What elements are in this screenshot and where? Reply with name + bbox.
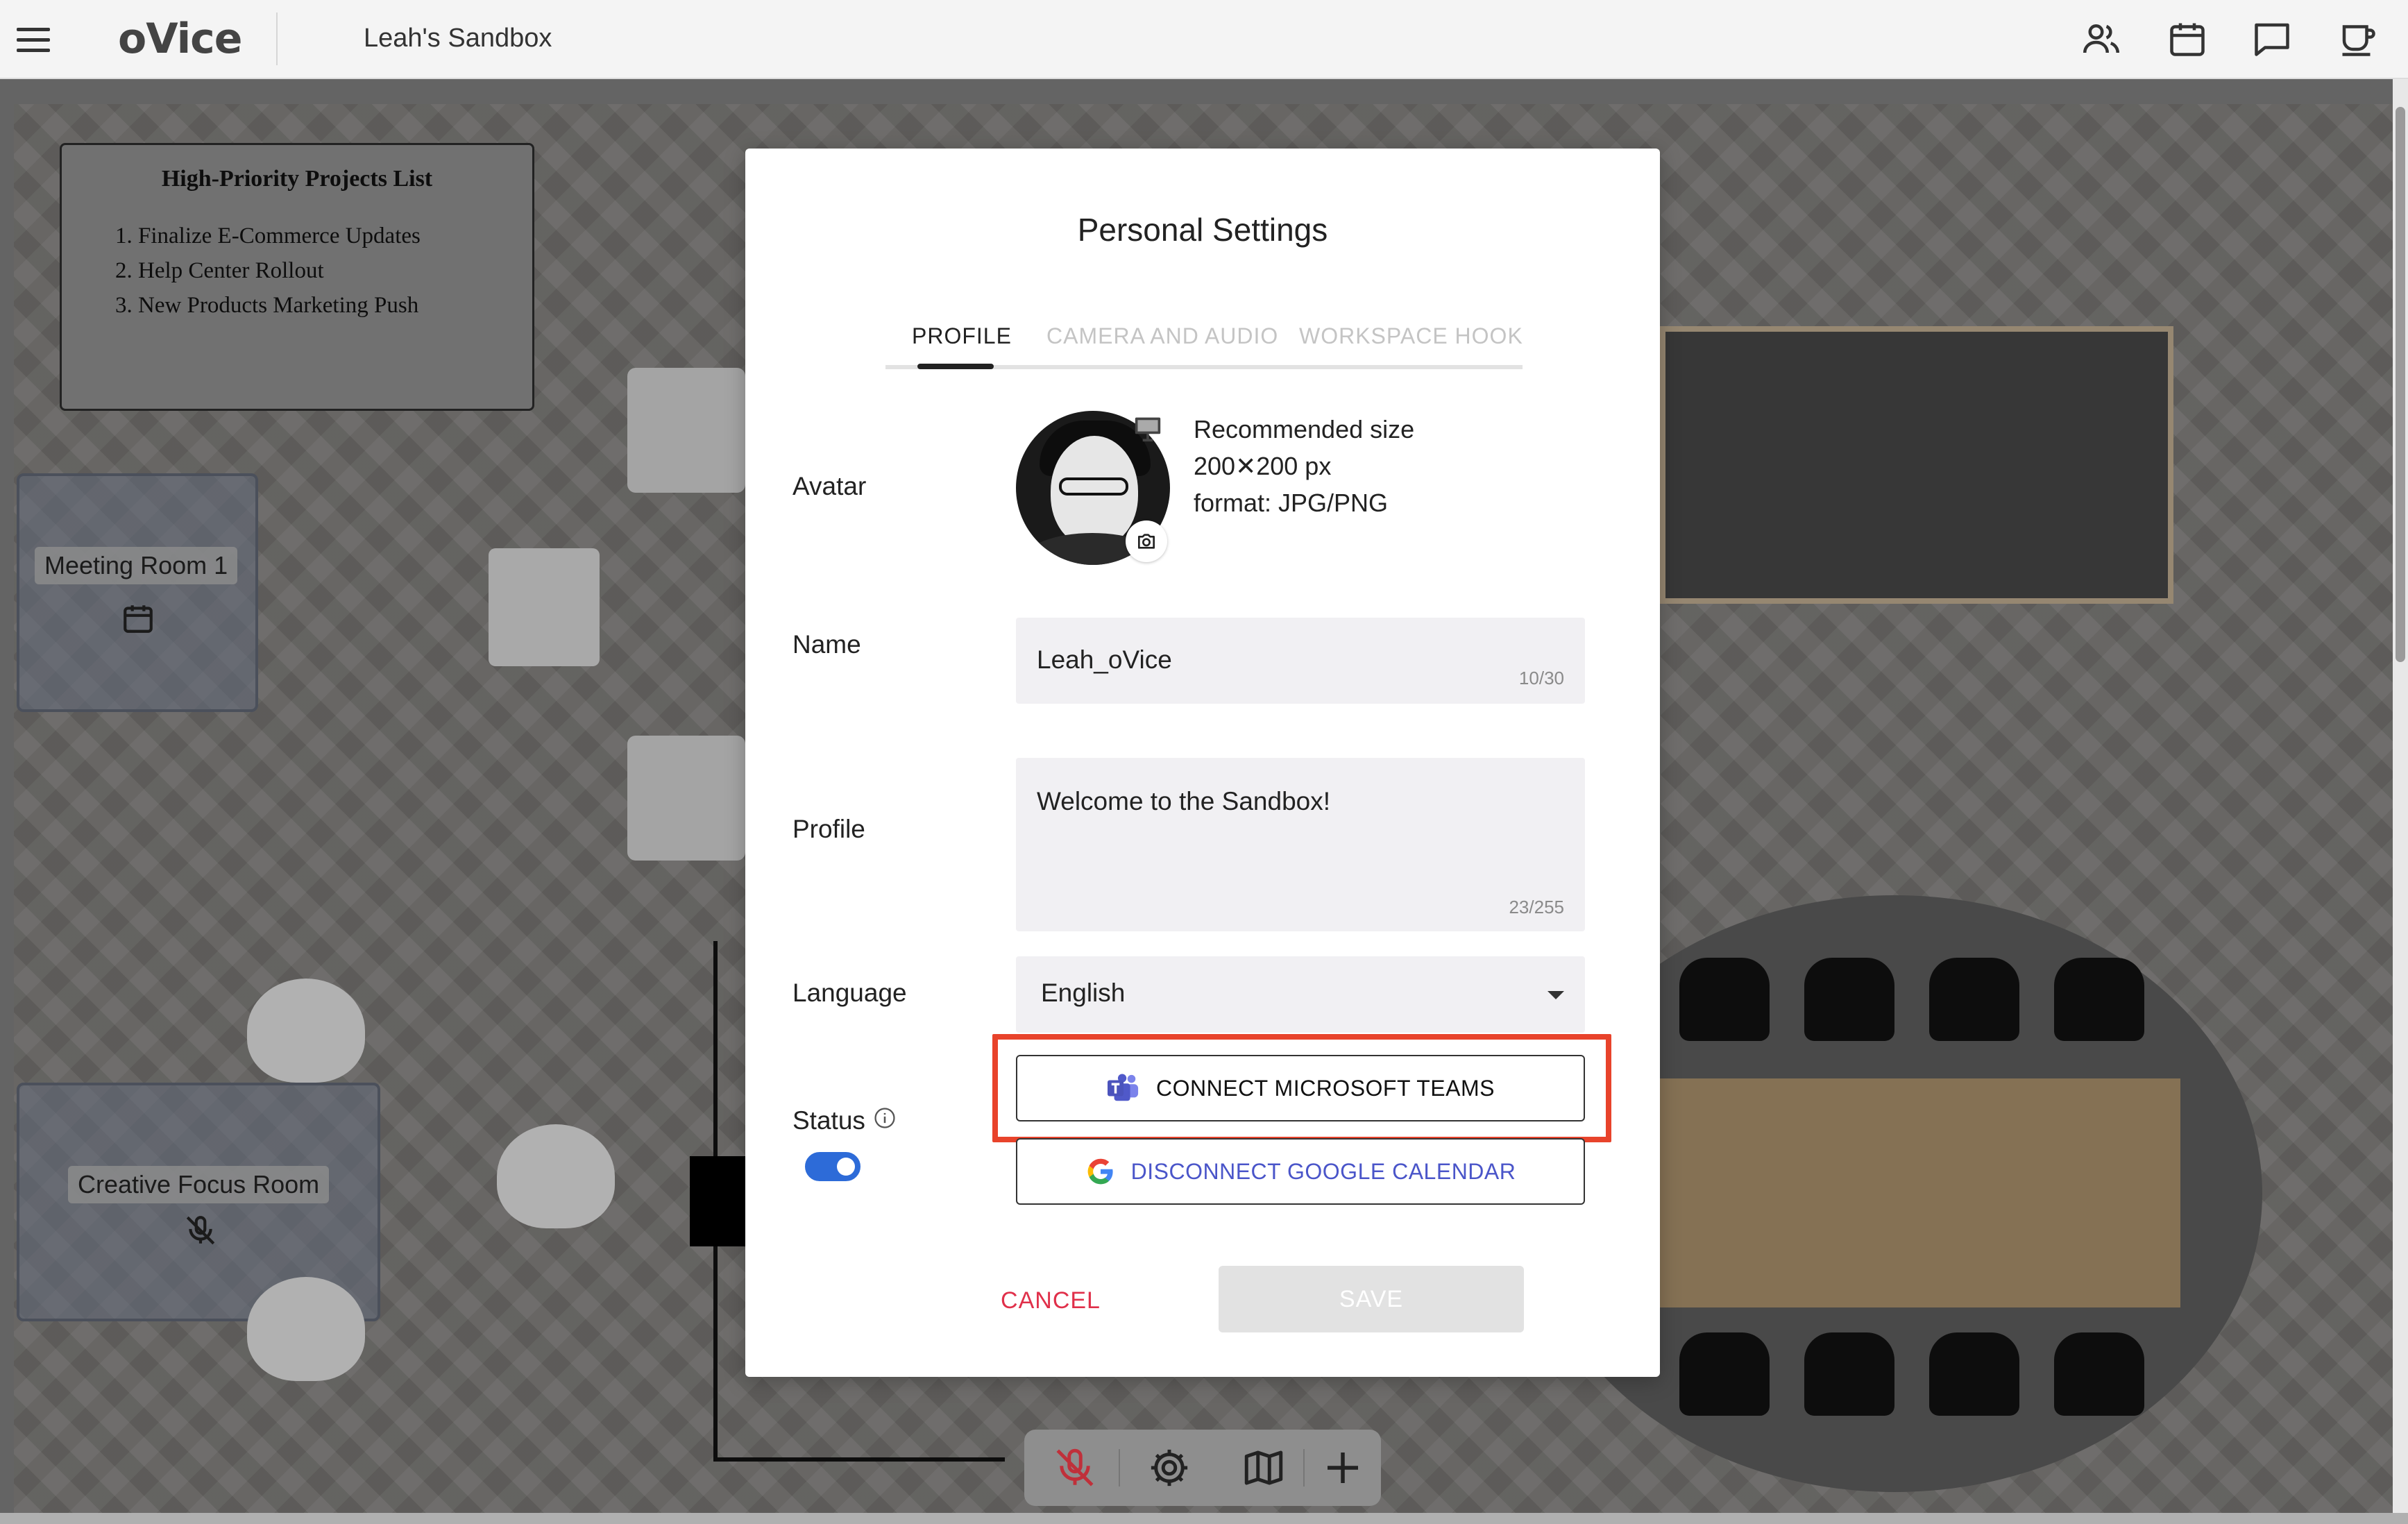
connect-teams-label: CONNECT MICROSOFT TEAMS: [1156, 1075, 1495, 1101]
personal-settings-modal: Personal Settings PROFILE CAMERA AND AUD…: [745, 149, 1660, 1377]
profile-label: Profile: [792, 815, 865, 843]
toolbar-divider: [1119, 1449, 1120, 1487]
chevron-down-icon: [1548, 991, 1564, 999]
avatar-info-line: 200✕200 px: [1194, 452, 1332, 480]
profile-textarea-value: Welcome to the Sandbox!: [1037, 787, 1331, 815]
coffee-cup-icon[interactable]: [2337, 18, 2379, 60]
avatar-info-line: Recommended size: [1194, 415, 1415, 443]
scrollbar-thumb[interactable]: [2396, 107, 2405, 662]
disconnect-google-calendar-button[interactable]: DISCONNECT GOOGLE CALENDAR: [1016, 1138, 1585, 1205]
gear-icon[interactable]: [1146, 1445, 1192, 1491]
name-input-value: Leah_oVice: [1037, 645, 1172, 674]
microsoft-teams-icon: [1108, 1074, 1139, 1101]
status-toggle[interactable]: [805, 1152, 860, 1181]
google-icon: [1087, 1158, 1113, 1185]
language-selected-value: English: [1041, 979, 1126, 1007]
profile-char-counter: 23/255: [1509, 897, 1564, 917]
hamburger-menu-icon[interactable]: [14, 21, 53, 60]
plus-icon[interactable]: [1320, 1445, 1366, 1491]
name-input[interactable]: Leah_oVice 10/30: [1016, 618, 1585, 704]
tab-workspace-hook[interactable]: WORKSPACE HOOK: [1299, 323, 1523, 349]
topbar-divider: [276, 12, 278, 65]
avatar-info-line: format: JPG/PNG: [1194, 489, 1389, 517]
bottom-toolbar: [1024, 1430, 1381, 1506]
modal-title: Personal Settings: [1077, 212, 1328, 248]
connect-microsoft-teams-button[interactable]: CONNECT MICROSOFT TEAMS: [1016, 1055, 1585, 1121]
name-char-counter: 10/30: [1518, 668, 1564, 688]
calendar-icon[interactable]: [2167, 18, 2208, 60]
vertical-scrollbar[interactable]: [2393, 79, 2408, 1524]
horizontal-scrollbar[interactable]: [0, 1513, 2408, 1524]
settings-tabs: PROFILE CAMERA AND AUDIO WORKSPACE HOOK: [885, 310, 1523, 369]
chat-icon[interactable]: [2251, 18, 2293, 60]
cancel-button[interactable]: CANCEL: [974, 1266, 1127, 1335]
profile-textarea[interactable]: Welcome to the Sandbox! 23/255: [1016, 758, 1585, 931]
toggle-knob: [837, 1158, 855, 1176]
tab-camera-and-audio[interactable]: CAMERA AND AUDIO: [1046, 323, 1278, 349]
save-button[interactable]: SAVE: [1219, 1266, 1524, 1332]
name-label: Name: [792, 630, 861, 659]
app-logo[interactable]: oVice: [118, 11, 242, 67]
avatar-upload-button[interactable]: [1126, 520, 1167, 562]
top-bar: oVice Leah's Sandbox: [0, 0, 2408, 79]
status-label: Status: [792, 1106, 865, 1135]
language-select[interactable]: English: [1016, 956, 1585, 1033]
mic-off-icon[interactable]: [1052, 1445, 1098, 1491]
camera-icon: [1138, 534, 1155, 549]
workspace-name: Leah's Sandbox: [364, 24, 552, 53]
avatar-size-info: Recommended size 200✕200 px format: JPG/…: [1194, 411, 1414, 521]
toolbar-divider: [1303, 1449, 1305, 1487]
disconnect-google-label: DISCONNECT GOOGLE CALENDAR: [1130, 1158, 1516, 1184]
avatar-label: Avatar: [792, 472, 867, 500]
monitor-icon: [1135, 417, 1161, 442]
members-icon[interactable]: [2080, 18, 2122, 60]
active-tab-indicator: [917, 364, 994, 369]
map-icon[interactable]: [1241, 1445, 1287, 1491]
info-icon[interactable]: [873, 1106, 897, 1130]
tab-profile[interactable]: PROFILE: [912, 323, 1012, 349]
language-label: Language: [792, 979, 907, 1007]
